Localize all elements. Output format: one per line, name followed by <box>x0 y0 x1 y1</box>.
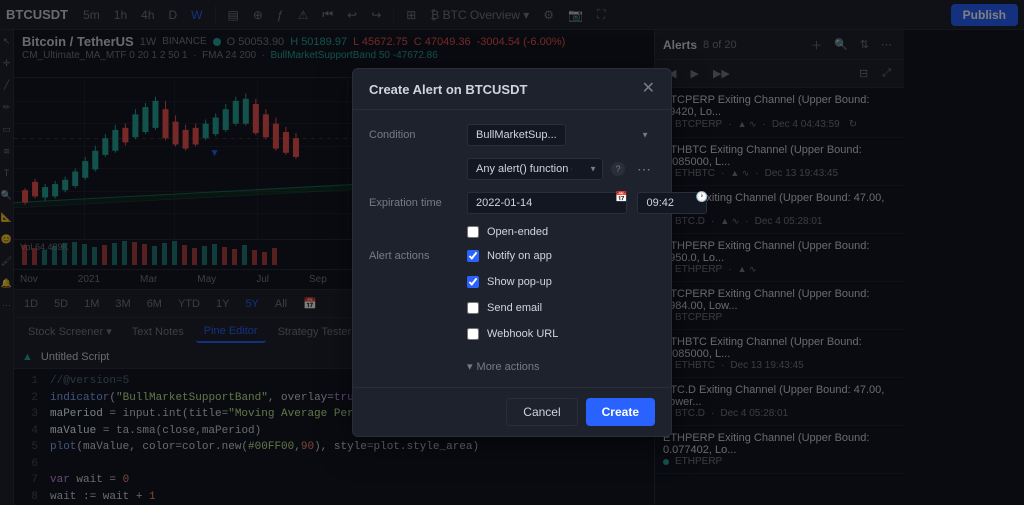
main-layout: ↖ ✛ ╱ ✏ ▭ ≋ T 🔍 📐 😊 🖌 🔔 ⋯ Bitcoin / Teth… <box>0 30 1024 505</box>
function-more-btn[interactable]: ⋯ <box>633 161 655 178</box>
condition-row: Condition BullMarketSup... <box>369 124 655 146</box>
modal-overlay[interactable]: Create Alert on BTCUSDT ✕ Condition Bull… <box>0 0 1024 505</box>
expiration-label: Expiration time <box>369 197 459 209</box>
modal-close-btn[interactable]: ✕ <box>642 81 655 97</box>
expiration-row: Expiration time 📅 🕐 <box>369 192 655 214</box>
action-webhook: Webhook URL <box>467 328 558 340</box>
create-alert-modal: Create Alert on BTCUSDT ✕ Condition Bull… <box>352 68 672 437</box>
open-ended-checkbox[interactable] <box>467 226 479 238</box>
show-popup-label[interactable]: Show pop-up <box>487 276 552 288</box>
modal-footer: Cancel Create <box>353 387 671 436</box>
chevron-down-icon: ▾ <box>467 360 473 373</box>
alert-actions-list: Notify on app Show pop-up Send email <box>467 250 558 348</box>
open-ended-row: Open-ended <box>467 226 655 238</box>
action-popup: Show pop-up <box>467 276 558 288</box>
show-popup-checkbox[interactable] <box>467 276 479 288</box>
modal-header: Create Alert on BTCUSDT ✕ <box>353 69 671 110</box>
create-button[interactable]: Create <box>586 398 655 426</box>
send-email-label[interactable]: Send email <box>487 302 542 314</box>
calendar-icon: 📅 <box>615 192 627 214</box>
expiration-date-input[interactable] <box>467 192 627 214</box>
function-row: Any alert() function call ? ⋯ <box>369 158 655 180</box>
notify-app-checkbox[interactable] <box>467 250 479 262</box>
webhook-url-checkbox[interactable] <box>467 328 479 340</box>
info-icon[interactable]: ? <box>611 162 625 176</box>
date-time-row: 📅 🕐 <box>467 192 712 214</box>
alert-actions-label: Alert actions <box>369 250 459 262</box>
modal-title: Create Alert on BTCUSDT <box>369 82 527 97</box>
open-ended-label[interactable]: Open-ended <box>487 226 548 238</box>
send-email-checkbox[interactable] <box>467 302 479 314</box>
function-select-wrapper: Any alert() function call <box>467 158 603 180</box>
action-notify: Notify on app <box>467 250 558 262</box>
more-actions-wrapper: ▾ More actions <box>467 360 655 373</box>
condition-select-wrapper: BullMarketSup... <box>467 124 655 146</box>
alert-actions-section: Alert actions Notify on app Show pop-up <box>369 250 655 348</box>
clock-icon: 🕐 <box>695 192 707 214</box>
modal-body: Condition BullMarketSup... Any alert() f… <box>353 110 671 387</box>
condition-label: Condition <box>369 129 459 141</box>
function-select[interactable]: Any alert() function call <box>467 158 603 180</box>
webhook-url-label[interactable]: Webhook URL <box>487 328 558 340</box>
condition-select[interactable]: BullMarketSup... <box>467 124 566 146</box>
notify-app-label[interactable]: Notify on app <box>487 250 552 262</box>
more-actions-btn[interactable]: ▾ More actions <box>467 360 655 373</box>
cancel-button[interactable]: Cancel <box>506 398 577 426</box>
action-email: Send email <box>467 302 558 314</box>
